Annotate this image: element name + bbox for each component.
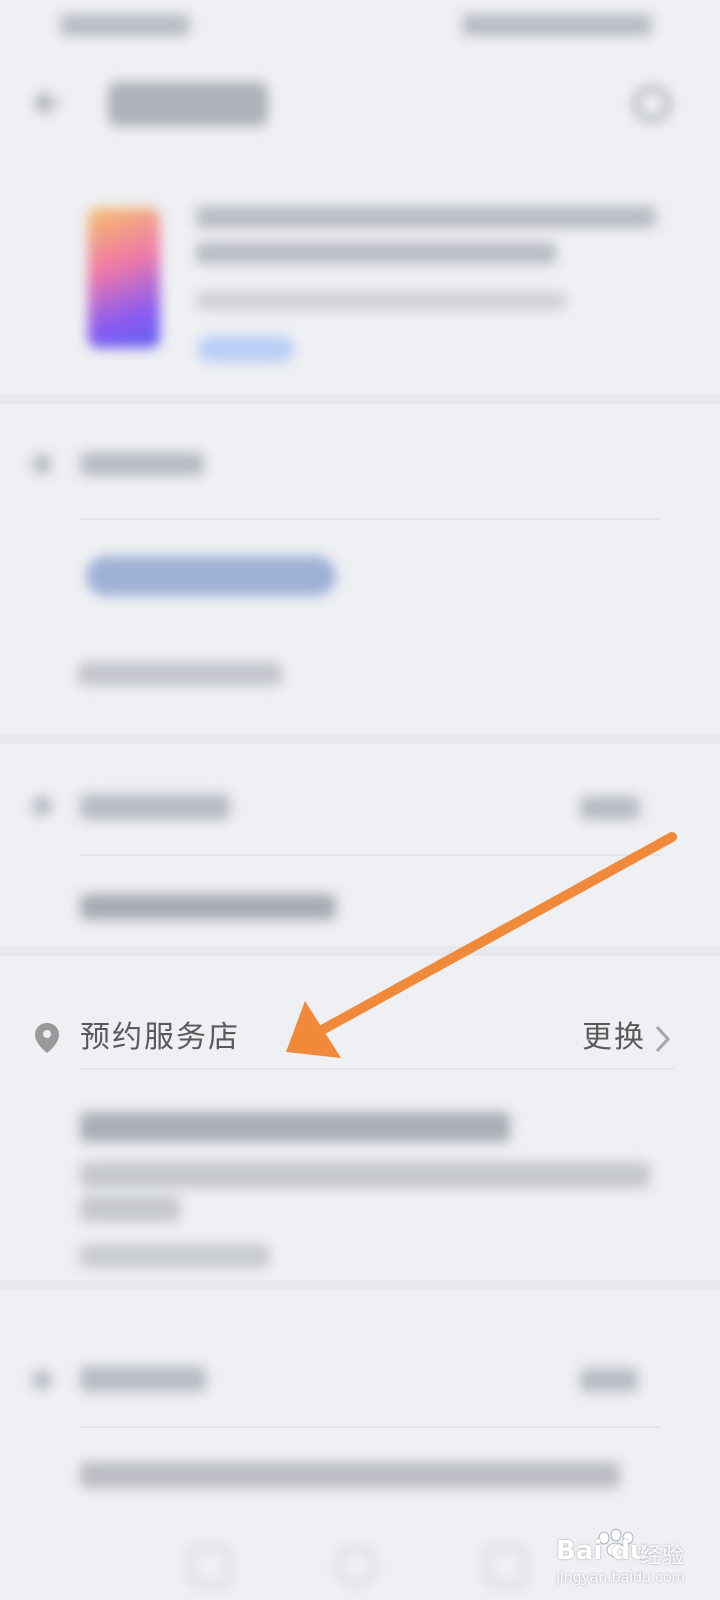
nav-menu-button[interactable] xyxy=(190,1546,230,1586)
contact-label xyxy=(80,794,230,820)
contact-edit-link[interactable] xyxy=(580,796,640,820)
watermark-url: jingyan.baidu.com xyxy=(556,1570,686,1586)
location-pin-icon xyxy=(34,1022,60,1054)
section-subtext xyxy=(78,662,282,686)
chevron-right-icon[interactable] xyxy=(652,1024,674,1054)
section-icon xyxy=(32,454,52,474)
row-divider xyxy=(80,1068,674,1070)
store-phone xyxy=(80,1244,270,1268)
section-action-link[interactable] xyxy=(580,1368,638,1392)
customer-service-icon[interactable] xyxy=(628,80,676,128)
contact-icon xyxy=(32,796,52,816)
section-label xyxy=(80,452,204,476)
row-divider xyxy=(80,518,660,520)
change-store-button[interactable]: 更换 xyxy=(582,1016,646,1060)
status-bar-left xyxy=(60,14,190,36)
section-divider xyxy=(0,394,720,404)
section-label xyxy=(80,1366,206,1392)
nav-home-button[interactable] xyxy=(336,1546,376,1586)
store-address-line2 xyxy=(80,1196,180,1222)
row-divider xyxy=(80,854,660,856)
page-title xyxy=(108,82,268,126)
watermark-suffix: 经验 xyxy=(640,1544,685,1569)
selected-option-pill[interactable] xyxy=(86,556,336,596)
product-tag xyxy=(198,336,294,362)
section-text xyxy=(80,1462,620,1488)
contact-value xyxy=(80,894,336,920)
back-arrow-icon[interactable] xyxy=(32,88,66,118)
status-bar-right xyxy=(462,14,652,36)
product-title-line2 xyxy=(196,242,556,264)
product-title xyxy=(196,206,656,228)
section-divider xyxy=(0,734,720,744)
section-icon xyxy=(32,1370,52,1390)
product-image xyxy=(88,208,160,348)
watermark-brand: Bai du xyxy=(556,1536,649,1566)
section-divider xyxy=(0,946,720,956)
row-divider xyxy=(80,1426,660,1428)
store-name xyxy=(80,1112,510,1142)
product-spec xyxy=(196,292,566,310)
section-divider xyxy=(0,1280,720,1290)
store-address xyxy=(80,1162,650,1188)
nav-back-button[interactable] xyxy=(486,1546,526,1586)
store-section-label: 预约服务店 xyxy=(80,1020,240,1055)
